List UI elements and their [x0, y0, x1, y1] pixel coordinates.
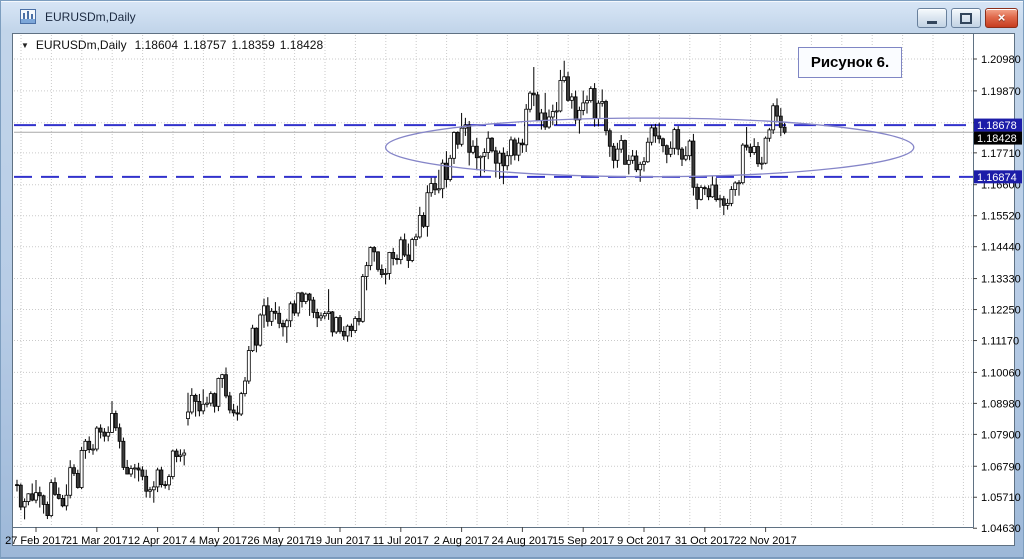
price-axis-label: 1.11170 [981, 336, 1019, 348]
price-axis-label: 1.17710 [981, 148, 1021, 160]
price-axis-label: 1.10060 [981, 367, 1021, 379]
close-value: 1.18428 [280, 38, 323, 52]
date-axis-label: 31 Oct 2017 [675, 535, 735, 547]
restore-button[interactable] [951, 8, 981, 28]
chart-icon [20, 9, 36, 24]
svg-text:1.18428: 1.18428 [977, 133, 1017, 145]
window-title: EURUSDm,Daily [45, 10, 136, 24]
price-axis-label: 1.15520 [981, 211, 1021, 223]
price-axis-label: 1.14440 [981, 242, 1021, 254]
svg-text:1.18678: 1.18678 [977, 120, 1017, 132]
window-titlebar[interactable]: EURUSDm,Daily × [1, 1, 1023, 32]
chart-window: EURUSDm,Daily × 27 Feb 201721 Mar 201712… [0, 0, 1024, 559]
date-axis-label: 2 Aug 2017 [434, 535, 490, 547]
chart-symbol-label: EURUSDm,Daily [36, 38, 127, 52]
grid-layer [14, 35, 973, 527]
chevron-down-icon: ▼ [21, 41, 29, 50]
price-chart[interactable]: 27 Feb 201721 Mar 201712 Apr 20174 May 2… [13, 34, 1015, 546]
candles-layer [16, 61, 787, 520]
price-axis-label: 1.20980 [981, 54, 1021, 66]
date-axis-label: 12 Apr 2017 [128, 535, 187, 547]
minimize-button[interactable] [917, 8, 947, 28]
date-axis-label: 19 Jun 2017 [310, 535, 371, 547]
svg-text:1.16874: 1.16874 [977, 172, 1017, 184]
chart-ohlc-header[interactable]: ▼ EURUSDm,Daily 1.18604 1.18757 1.18359 … [21, 38, 323, 52]
date-axis-label: 26 May 2017 [247, 535, 311, 547]
minimize-icon [927, 21, 937, 24]
high-value: 1.18757 [183, 38, 226, 52]
screenshot-root: { "window": { "title": "EURUSDm,Daily", … [0, 0, 1024, 559]
date-axis-label: 27 Feb 2017 [5, 535, 67, 547]
restore-icon [960, 13, 972, 24]
date-axis-label: 15 Sep 2017 [552, 535, 614, 547]
close-button[interactable]: × [985, 8, 1018, 28]
low-value: 1.18359 [231, 38, 274, 52]
close-icon: × [998, 11, 1006, 25]
window-controls: × [917, 8, 1018, 28]
date-axis-label: 21 Mar 2017 [66, 535, 128, 547]
price-axis-label: 1.06790 [981, 461, 1021, 473]
date-axis-label: 22 Nov 2017 [734, 535, 796, 547]
price-axis-label: 1.04630 [981, 523, 1021, 535]
price-axis-label: 1.19870 [981, 86, 1021, 98]
ellipse-annotation [386, 118, 914, 177]
price-axis-label: 1.08980 [981, 398, 1021, 410]
price-axis-label: 1.05710 [981, 492, 1021, 504]
date-axis-label: 24 Aug 2017 [492, 535, 554, 547]
date-axis-label: 4 May 2017 [190, 535, 247, 547]
date-axis-label: 11 Jul 2017 [373, 535, 429, 547]
price-axis-label: 1.07900 [981, 429, 1021, 441]
open-value: 1.18604 [135, 38, 178, 52]
price-axis-label: 1.13330 [981, 274, 1021, 286]
figure-annotation: Рисунок 6. [798, 47, 902, 78]
date-axis-label: 9 Oct 2017 [617, 535, 671, 547]
price-axis-label: 1.12250 [981, 305, 1021, 317]
